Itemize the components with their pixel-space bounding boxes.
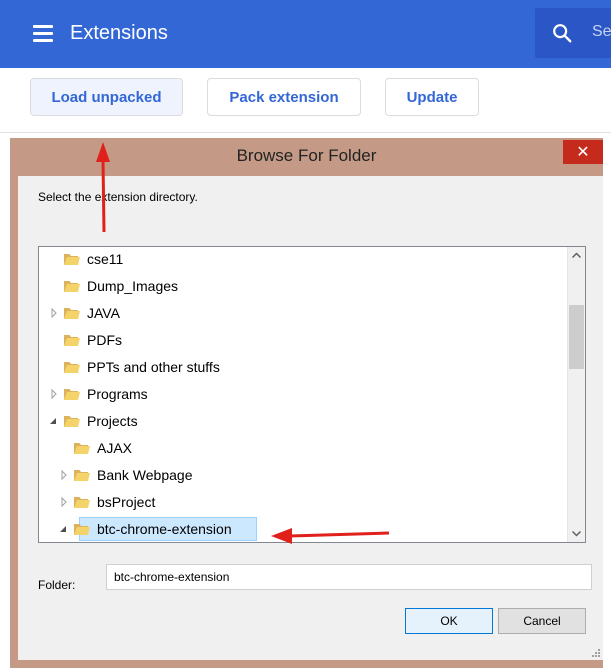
folder-icon <box>74 524 90 535</box>
hamburger-icon[interactable] <box>33 25 53 42</box>
cancel-button[interactable]: Cancel <box>498 608 586 634</box>
collapsed-arrow-icon[interactable] <box>59 495 69 509</box>
search-input[interactable]: Se <box>592 23 611 41</box>
folder-icon <box>74 443 90 454</box>
tree-item[interactable]: btc-chrome-extension <box>39 517 569 541</box>
tree-item-label: btc-chrome-extension <box>97 521 232 537</box>
dialog-instruction: Select the extension directory. <box>38 190 198 204</box>
update-button[interactable]: Update <box>385 78 479 116</box>
tree-item[interactable]: Projects <box>39 410 569 432</box>
close-icon[interactable]: ✕ <box>563 142 603 162</box>
tree-item[interactable]: PDFs <box>39 329 569 351</box>
tree-item-label: PPTs and other stuffs <box>87 359 220 375</box>
tree-scrollbar[interactable] <box>567 247 585 542</box>
tree-item-label: Programs <box>87 386 148 402</box>
folder-field[interactable]: btc-chrome-extension <box>106 564 592 590</box>
folder-icon <box>64 308 80 319</box>
resize-grip-icon[interactable] <box>591 648 601 658</box>
tree-item[interactable]: PPTs and other stuffs <box>39 356 569 378</box>
folder-label: Folder: <box>38 578 76 592</box>
folder-icon <box>74 470 90 481</box>
dialog-body: Select the extension directory. btc-chro… <box>18 176 603 660</box>
collapsed-arrow-icon[interactable] <box>49 306 59 320</box>
tree-item[interactable]: bsProject <box>39 491 569 513</box>
tree-item[interactable]: JAVA <box>39 302 569 324</box>
collapsed-arrow-icon[interactable] <box>59 468 69 482</box>
ok-button[interactable]: OK <box>405 608 493 634</box>
toolbar: Load unpacked Pack extension Update <box>0 68 611 133</box>
expanded-arrow-icon[interactable] <box>49 414 59 428</box>
dialog-title: Browse For Folder <box>236 146 377 165</box>
search-icon[interactable] <box>551 22 573 44</box>
browse-folder-dialog: Browse For Folder ✕ Select the extension… <box>10 138 603 668</box>
search-box[interactable]: Se <box>535 8 611 58</box>
expanded-arrow-icon[interactable] <box>59 522 69 536</box>
tree-item[interactable]: AJAX <box>39 437 569 459</box>
folder-icon <box>64 281 80 292</box>
tree-item-label: Dump_Images <box>87 278 179 294</box>
folder-icon <box>64 254 80 265</box>
pack-extension-button[interactable]: Pack extension <box>207 78 361 116</box>
tree-item-label: cse11 <box>87 251 124 267</box>
tree-item-label: PDFs <box>87 332 122 348</box>
tree-item[interactable]: cse11 <box>39 248 569 270</box>
folder-icon <box>64 416 80 427</box>
folder-icon <box>74 497 90 508</box>
scroll-down-icon[interactable] <box>568 525 585 542</box>
close-button[interactable]: ✕ <box>563 140 603 164</box>
tree-item-label: JAVA <box>87 305 120 321</box>
folder-tree[interactable]: btc-chrome-extension bsProject Bank Webpag… <box>38 246 586 543</box>
load-unpacked-button[interactable]: Load unpacked <box>30 78 183 116</box>
folder-icon <box>64 335 80 346</box>
tree-item[interactable]: Dump_Images <box>39 275 569 297</box>
scroll-up-icon[interactable] <box>568 247 585 264</box>
tree-item[interactable]: Bank Webpage <box>39 464 569 486</box>
tree-item-label: Projects <box>87 413 138 429</box>
tree-item-label: AJAX <box>97 440 133 456</box>
top-bar: Extensions Se <box>0 0 611 68</box>
page-title: Extensions <box>70 22 168 44</box>
folder-icon <box>64 389 80 400</box>
tree-item[interactable]: Programs <box>39 383 569 405</box>
tree-item-label: bsProject <box>97 494 156 510</box>
folder-icon <box>64 362 80 373</box>
tree-item-label: Bank Webpage <box>97 467 193 483</box>
scroll-thumb[interactable] <box>569 305 584 369</box>
collapsed-arrow-icon[interactable] <box>49 387 59 401</box>
